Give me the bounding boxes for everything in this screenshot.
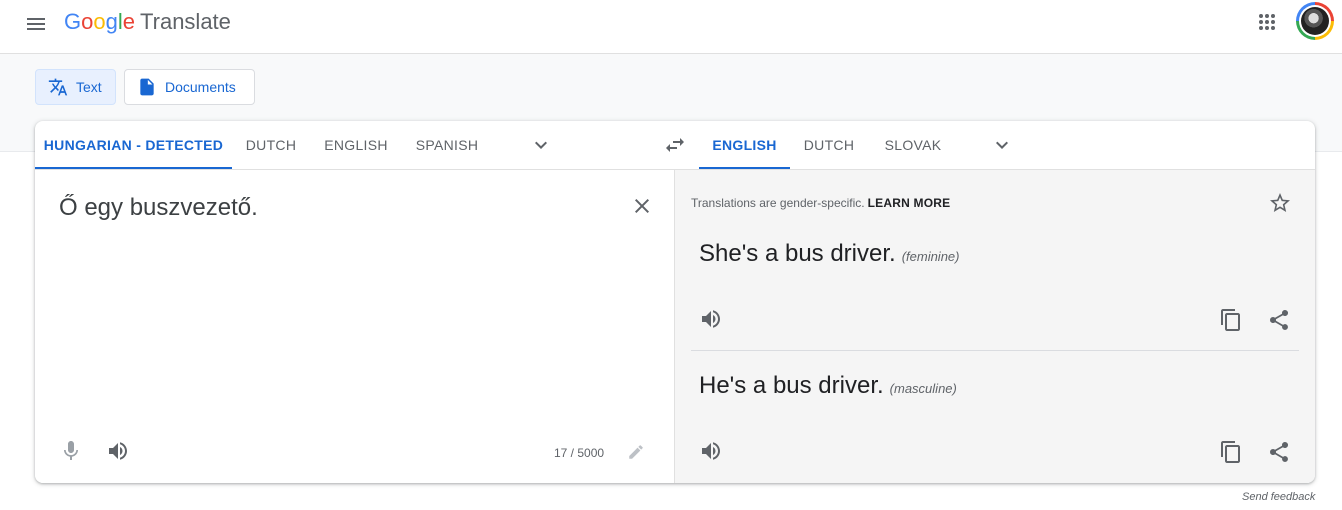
share-icon[interactable]: [1267, 440, 1291, 464]
translation-text[interactable]: She's a bus driver.: [699, 240, 896, 267]
gender-label: (feminine): [901, 249, 960, 264]
logo-letter: o: [81, 9, 94, 34]
chevron-down-icon[interactable]: [529, 133, 553, 157]
logo-letter: o: [93, 9, 106, 34]
gender-notice-text: Translations are gender-specific.: [691, 196, 865, 210]
product-name: Translate: [140, 9, 231, 34]
send-feedback-link[interactable]: Send feedback: [1242, 491, 1315, 503]
target-lang-tab-english[interactable]: ENGLISH: [699, 121, 790, 169]
translation-divider: [691, 350, 1299, 351]
avatar-photo: [1301, 7, 1329, 35]
target-lang-tab-dutch[interactable]: DUTCH: [797, 121, 861, 169]
logo-letter: e: [122, 9, 136, 34]
hamburger-menu-icon[interactable]: [24, 12, 48, 36]
star-icon[interactable]: [1268, 191, 1292, 215]
translate-icon: [48, 78, 68, 96]
text-mode-button[interactable]: Text: [35, 69, 116, 105]
source-lang-tab-english[interactable]: ENGLISH: [315, 121, 397, 169]
language-bar: HUNGARIAN - DETECTED DUTCH ENGLISH SPANI…: [35, 121, 1315, 170]
speaker-icon[interactable]: [699, 307, 723, 331]
swap-languages-icon[interactable]: [663, 133, 687, 157]
character-count: 17 / 5000: [554, 446, 605, 460]
translation-text[interactable]: He's a bus driver.: [699, 372, 884, 399]
source-pane: Ő egy buszvezető. 17 / 5000: [35, 170, 674, 483]
copy-icon[interactable]: [1219, 440, 1243, 464]
source-lang-tab-spanish[interactable]: SPANISH: [405, 121, 489, 169]
gender-notice: Translations are gender-specific. LEARN M…: [691, 196, 950, 210]
learn-more-link[interactable]: LEARN MORE: [868, 196, 951, 210]
translation-masculine: He's a bus driver. (masculine): [699, 372, 957, 400]
translation-card: HUNGARIAN - DETECTED DUTCH ENGLISH SPANI…: [35, 121, 1315, 483]
speaker-icon[interactable]: [106, 439, 130, 463]
google-translate-logo[interactable]: Google Translate: [64, 8, 231, 36]
top-app-bar: Google Translate: [0, 0, 1342, 54]
pencil-icon[interactable]: [627, 443, 645, 461]
apps-grid-icon[interactable]: [1255, 10, 1279, 34]
avatar-ring: [1299, 5, 1331, 37]
account-avatar[interactable]: [1296, 2, 1334, 40]
source-lang-tab-dutch[interactable]: DUTCH: [235, 121, 307, 169]
copy-icon[interactable]: [1219, 308, 1243, 332]
source-text-input[interactable]: Ő egy buszvezető.: [59, 192, 258, 224]
target-pane: Translations are gender-specific. LEARN M…: [674, 170, 1315, 483]
documents-mode-label: Documents: [165, 79, 236, 95]
source-lang-tab-hungarian-detected[interactable]: HUNGARIAN - DETECTED: [35, 121, 232, 169]
target-lang-tab-slovak[interactable]: SLOVAK: [873, 121, 953, 169]
microphone-icon[interactable]: [59, 439, 83, 463]
chevron-down-icon[interactable]: [990, 133, 1014, 157]
close-icon[interactable]: [630, 194, 654, 218]
speaker-icon[interactable]: [699, 439, 723, 463]
documents-mode-button[interactable]: Documents: [124, 69, 255, 105]
translation-feminine: She's a bus driver. (feminine): [699, 240, 959, 268]
share-icon[interactable]: [1267, 308, 1291, 332]
logo-letter: G: [64, 9, 82, 34]
gender-label: (masculine): [889, 381, 957, 396]
logo-letter: g: [105, 9, 118, 34]
text-mode-label: Text: [76, 79, 102, 95]
document-icon: [140, 78, 154, 96]
